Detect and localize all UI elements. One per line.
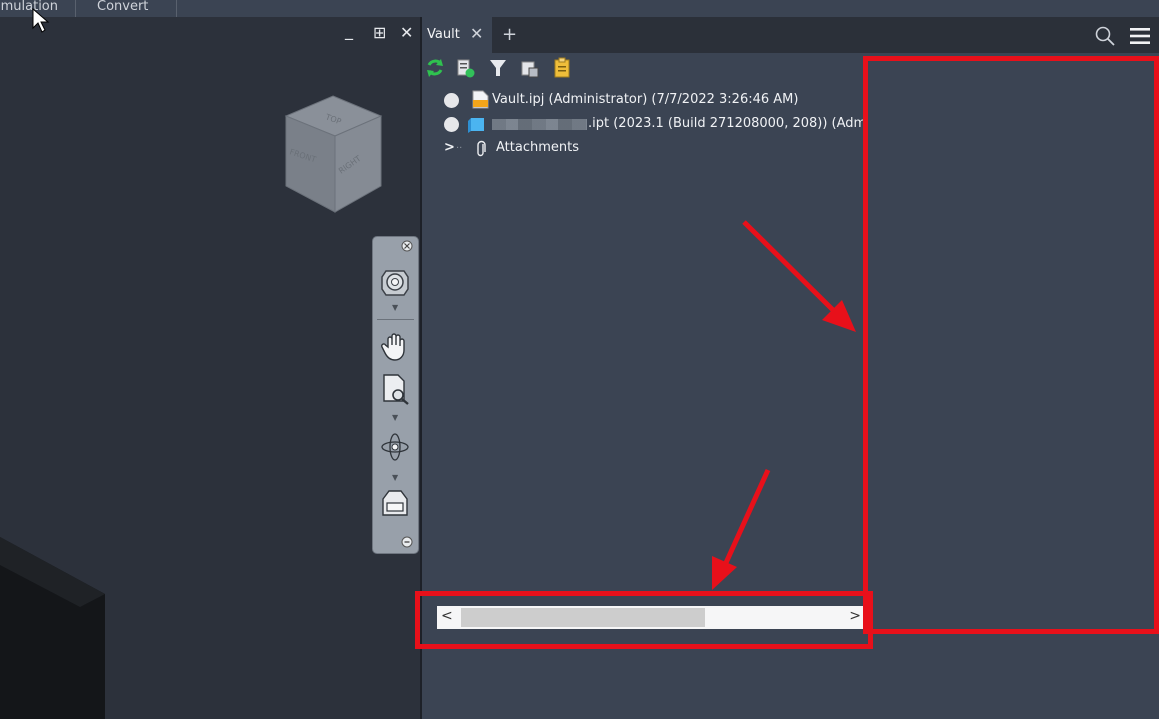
filter-icon[interactable] bbox=[488, 57, 508, 79]
tree-row-project[interactable]: Vault.ipj (Administrator) (7/7/2022 3:26… bbox=[422, 89, 862, 111]
tab-vault[interactable]: Vault ✕ bbox=[422, 17, 492, 53]
hamburger-menu-icon[interactable] bbox=[1129, 26, 1151, 46]
tree-row-attachments-label: Attachments bbox=[496, 140, 579, 155]
ribbon-bar: imulation Convert bbox=[0, 0, 1159, 17]
find-in-vault-icon[interactable] bbox=[520, 57, 540, 79]
search-icon[interactable] bbox=[1094, 25, 1116, 47]
mouse-cursor-icon bbox=[32, 8, 50, 33]
tree-row-part-label: .ipt (2023.1 (Build 271208000, 208)) (Ad… bbox=[588, 116, 867, 131]
highlight-box-right-panel bbox=[863, 56, 1159, 634]
part-solid[interactable] bbox=[0, 537, 110, 719]
ribbon-separator bbox=[176, 0, 177, 17]
chevron-down-icon[interactable]: ▼ bbox=[392, 413, 398, 422]
highlight-box-scrollbar bbox=[415, 591, 873, 649]
graphics-viewport[interactable]: _ ⊞ ✕ TOP FRONT RIGHT ▼ ▼ ▼ bbox=[0, 17, 420, 719]
redacted-filename bbox=[492, 119, 587, 130]
tab-convert[interactable]: Convert bbox=[97, 0, 167, 17]
viewport-window-controls: _ ⊞ ✕ bbox=[342, 21, 420, 45]
navigation-bar: ▼ ▼ ▼ bbox=[372, 236, 419, 554]
nav-divider bbox=[377, 319, 414, 320]
close-icon[interactable] bbox=[401, 240, 413, 252]
restore-button[interactable]: ⊞ bbox=[373, 23, 386, 42]
tree-row-part[interactable]: .ipt (2023.1 (Build 271208000, 208)) (Ad… bbox=[422, 113, 866, 135]
viewcube[interactable]: TOP FRONT RIGHT bbox=[283, 94, 383, 214]
expand-chevron-icon[interactable]: > bbox=[444, 140, 455, 155]
status-dot-icon bbox=[444, 93, 459, 108]
add-tab-button[interactable]: + bbox=[502, 24, 517, 45]
chevron-down-icon[interactable]: ▼ bbox=[392, 303, 398, 312]
orbit-icon[interactable] bbox=[378, 429, 412, 465]
menu-icon[interactable] bbox=[401, 536, 413, 548]
vault-toolbar bbox=[422, 57, 622, 81]
close-viewport-button[interactable]: ✕ bbox=[400, 23, 413, 42]
close-tab-button[interactable]: ✕ bbox=[470, 24, 483, 43]
tree-row-attachments[interactable]: > ·· Attachments bbox=[422, 137, 862, 159]
vault-tab-bar: Vault ✕ + bbox=[422, 17, 1159, 53]
chevron-down-icon[interactable]: ▼ bbox=[392, 473, 398, 482]
minimize-button[interactable]: _ bbox=[345, 21, 353, 40]
ipj-file-icon bbox=[472, 90, 489, 109]
ribbon-separator bbox=[75, 0, 76, 17]
tab-vault-label: Vault bbox=[427, 27, 460, 42]
part-file-icon bbox=[468, 118, 484, 133]
tree-connector: ·· bbox=[456, 143, 463, 154]
pan-hand-icon[interactable] bbox=[378, 329, 412, 363]
vault-status-icon[interactable] bbox=[456, 57, 476, 79]
clipboard-icon[interactable] bbox=[552, 57, 572, 79]
steering-wheel-icon[interactable] bbox=[378, 265, 412, 299]
refresh-icon[interactable] bbox=[425, 57, 445, 79]
paperclip-icon bbox=[477, 140, 486, 157]
look-at-icon[interactable] bbox=[378, 487, 412, 521]
status-dot-icon bbox=[444, 117, 459, 132]
zoom-window-icon[interactable] bbox=[378, 371, 412, 407]
tree-row-project-label: Vault.ipj (Administrator) (7/7/2022 3:26… bbox=[492, 92, 799, 107]
